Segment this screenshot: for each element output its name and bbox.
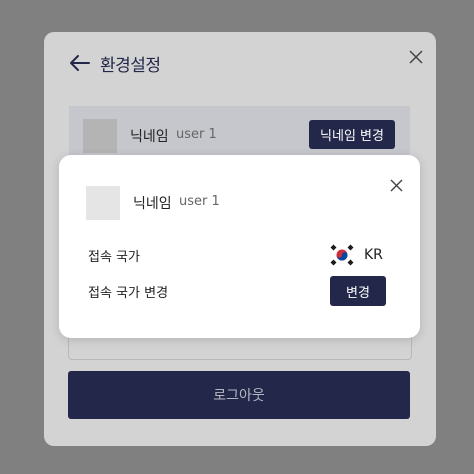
change-country-label: 접속 국가 변경 bbox=[88, 286, 169, 301]
change-nickname-button[interactable]: 닉네임 변경 bbox=[309, 120, 395, 149]
back-arrow-icon[interactable] bbox=[68, 51, 92, 75]
settings-header: 환경설정 bbox=[68, 50, 161, 76]
nickname-label: 닉네임 bbox=[133, 196, 172, 212]
avatar bbox=[83, 119, 117, 153]
page-title: 환경설정 bbox=[100, 55, 161, 76]
user-id: user 1 bbox=[176, 127, 217, 142]
logout-button[interactable]: 로그아웃 bbox=[68, 371, 410, 419]
country-modal: 닉네임 user 1 접속 국가 KR 접속 국가 변경 변경 bbox=[59, 155, 420, 338]
nickname-label: 닉네임 bbox=[130, 129, 169, 145]
user-id: user 1 bbox=[179, 194, 220, 209]
profile-row: 닉네임 user 1 닉네임 변경 bbox=[69, 106, 410, 158]
settings-close-icon[interactable] bbox=[409, 50, 423, 64]
connection-country-label: 접속 국가 bbox=[88, 250, 140, 265]
modal-close-icon[interactable] bbox=[390, 179, 404, 193]
country-code: KR bbox=[364, 247, 383, 263]
avatar bbox=[86, 186, 120, 220]
change-country-button[interactable]: 변경 bbox=[330, 276, 386, 306]
south-korea-flag-icon bbox=[329, 243, 355, 267]
